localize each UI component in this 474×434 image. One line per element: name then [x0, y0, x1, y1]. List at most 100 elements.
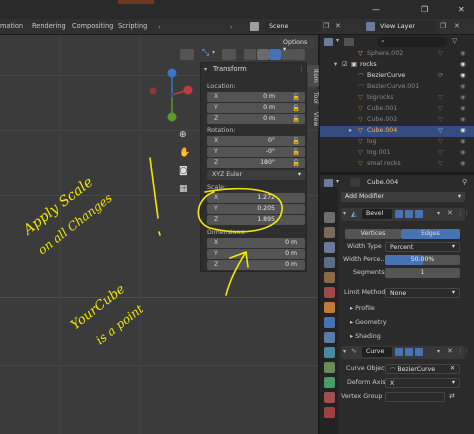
invert-icon[interactable]: ⇄ [449, 392, 455, 400]
curve-name-field[interactable]: Curve [362, 347, 392, 357]
outliner-row[interactable]: ◠ BezierCurve.001 ◉ [320, 82, 474, 93]
scene-tab-icon[interactable] [324, 272, 335, 283]
drag-handle-icon[interactable]: ⋮⋮ [457, 209, 470, 217]
viewport-display-icon[interactable] [405, 210, 413, 218]
render-tab-icon[interactable] [324, 227, 335, 238]
outliner-row[interactable]: ▾ ☑ ▣ rocks ◉ [320, 60, 474, 71]
copy-icon[interactable]: ❐ [323, 22, 329, 30]
render-camera-icon[interactable] [415, 348, 423, 356]
outliner-search-input[interactable]: ⌕ [377, 37, 447, 47]
curve-object-field[interactable]: ◠ BezierCurve ✕ [385, 364, 460, 374]
edit-mode-icon[interactable] [395, 210, 403, 218]
outliner-row[interactable]: ▽ Cube.002 ▽ ◉ [320, 115, 474, 126]
output-tab-icon[interactable] [324, 242, 335, 253]
outliner-row[interactable]: ▽ smal rocks ▽ ◉ [320, 159, 474, 170]
options-dropdown[interactable]: Options ▾ [280, 38, 314, 53]
zoom-icon[interactable]: ⊕ [179, 130, 187, 140]
physics-tab-icon[interactable] [324, 347, 335, 358]
lock-icon[interactable]: 🔓 [292, 115, 300, 123]
outliner-row[interactable]: ▽ Sphere.002 ▽ ◉ [320, 49, 474, 60]
chevron-down-icon[interactable]: ▾ [336, 37, 339, 44]
location-z-field[interactable]: Z0 m [207, 114, 305, 124]
shading-solid-button[interactable] [269, 49, 281, 60]
outliner-row[interactable]: ▽ log ▽ ◉ [320, 137, 474, 148]
xray-button[interactable] [244, 49, 256, 60]
vertex-group-field[interactable] [385, 392, 445, 402]
scene-selector[interactable]: Scene [265, 21, 321, 32]
bevel-name-field[interactable]: Bevel [362, 209, 392, 219]
profile-subpanel[interactable]: ▸ Profile [350, 305, 375, 312]
close-button[interactable]: ✕ [458, 5, 465, 14]
restore-button[interactable]: ❐ [421, 5, 428, 14]
tab-item[interactable]: Item [308, 65, 319, 87]
filter-icon[interactable]: ▽ [452, 37, 457, 45]
lock-icon[interactable]: 🔓 [292, 104, 300, 112]
transform-pivot-button[interactable] [180, 49, 194, 60]
geometry-subpanel[interactable]: ▸ Geometry [350, 319, 387, 326]
pin-icon[interactable]: ⚲ [462, 178, 467, 186]
close-scene-icon[interactable]: ✕ [335, 22, 341, 30]
close-icon[interactable]: ✕ [447, 347, 453, 355]
outliner-row-selected[interactable]: ▸ ▽ Cube.004 ▽ ◉ [320, 126, 474, 137]
vertices-toggle[interactable]: Vertices [345, 229, 401, 239]
collapse-icon[interactable]: ▾ [343, 210, 346, 217]
outliner-editor-icon[interactable] [324, 38, 333, 46]
collapse-icon[interactable]: ▾ [204, 66, 207, 73]
collapse-icon[interactable]: ▾ [343, 348, 346, 355]
shading-wire-button[interactable] [257, 49, 269, 60]
width-percent-slider[interactable]: 50.00% [385, 255, 460, 265]
shading-rendered-button[interactable] [293, 49, 305, 60]
minimize-button[interactable]: — [372, 5, 380, 14]
data-tab-icon[interactable] [324, 377, 335, 388]
width-type-select[interactable]: Percent ▾ [385, 242, 460, 252]
material-tab-icon[interactable] [324, 392, 335, 403]
modifier-tab-icon[interactable] [324, 317, 335, 328]
transform-header[interactable]: Transform [213, 65, 247, 73]
outliner-row[interactable]: ▽ bigrocks ▽ ◉ [320, 93, 474, 104]
outliner-row[interactable]: ◠ BezierCurve ⟳ ◉ [320, 71, 474, 82]
world-tab-icon[interactable] [324, 287, 335, 298]
outliner-row[interactable]: ▽ log.001 ▽ ◉ [320, 148, 474, 159]
overlay-button[interactable] [222, 49, 236, 60]
chevron-down-icon[interactable]: ▾ [437, 348, 440, 355]
viewport-display-icon[interactable] [405, 348, 413, 356]
view-layer-selector[interactable]: View Layer [376, 21, 436, 32]
tool-tab-icon[interactable] [324, 212, 335, 223]
segments-field[interactable]: 1 [385, 268, 460, 278]
object-tab-icon[interactable] [324, 302, 335, 313]
display-mode-icon[interactable] [344, 38, 354, 46]
chevron-left-icon[interactable]: ‹ [158, 23, 161, 31]
copy-layer-icon[interactable]: ❐ [440, 22, 446, 30]
gizmo-icon[interactable]: ⤡ [202, 48, 209, 58]
close-layer-icon[interactable]: ✕ [454, 22, 460, 30]
tab-view[interactable]: View [308, 109, 319, 129]
tab-rendering[interactable]: Rendering [32, 22, 66, 30]
lock-icon[interactable]: 🔓 [292, 93, 300, 101]
constraints-tab-icon[interactable] [324, 362, 335, 373]
tab-animation[interactable]: mation [0, 22, 23, 30]
render-camera-icon[interactable] [415, 210, 423, 218]
tab-compositing[interactable]: Compositing [72, 22, 113, 30]
chevron-right-icon[interactable]: › [230, 23, 233, 31]
limit-method-select[interactable]: None ▾ [385, 288, 460, 298]
texture-tab-icon[interactable] [324, 407, 335, 418]
edges-toggle[interactable]: Edges [401, 229, 460, 239]
properties-editor-icon[interactable] [324, 179, 333, 187]
tab-scripting[interactable]: Scripting [118, 22, 147, 30]
add-modifier-button[interactable]: Add Modifier ▾ [341, 192, 465, 202]
deform-axis-select[interactable]: X ▾ [385, 378, 460, 388]
chevron-down-icon[interactable]: ▾ [212, 49, 215, 56]
tab-tool[interactable]: Tool [308, 88, 319, 108]
particles-tab-icon[interactable] [324, 332, 335, 343]
view-layer-tab-icon[interactable] [324, 257, 335, 268]
chevron-down-icon[interactable]: ▾ [336, 178, 339, 185]
drag-handle-icon[interactable]: ⋮⋮ [457, 347, 470, 355]
navigation-gizmo[interactable] [140, 65, 200, 130]
edit-mode-icon[interactable] [395, 348, 403, 356]
chevron-down-icon[interactable]: ▾ [437, 210, 440, 217]
location-x-field[interactable]: X0 m [207, 92, 305, 102]
outliner-row[interactable]: ▽ Cube.001 ▽ ◉ [320, 104, 474, 115]
location-y-field[interactable]: Y0 m [207, 103, 305, 113]
shading-subpanel[interactable]: ▸ Shading [350, 333, 381, 340]
close-icon[interactable]: ✕ [447, 209, 453, 217]
